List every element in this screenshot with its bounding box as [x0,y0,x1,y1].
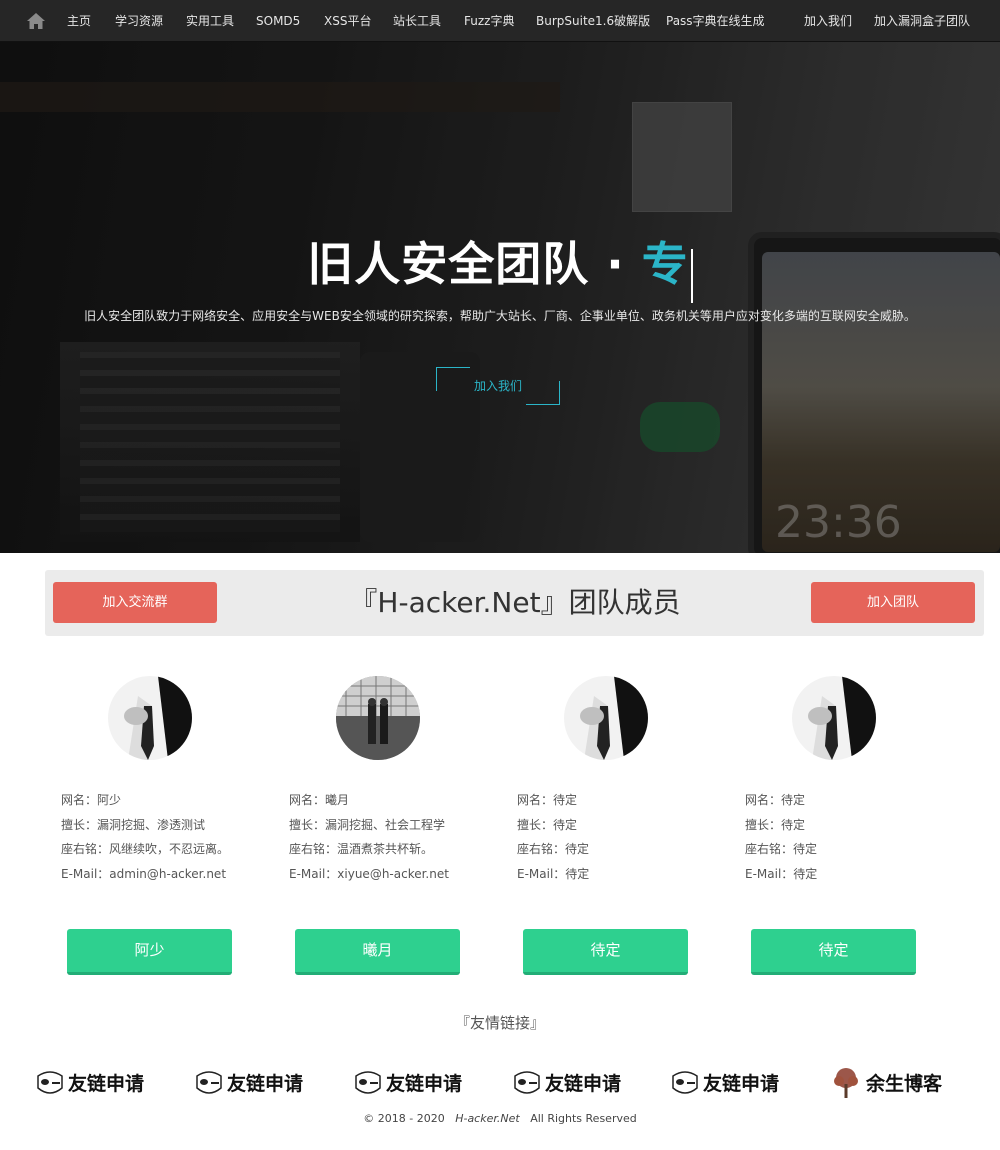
member-name: 网名：待定 [745,793,806,807]
avatar [336,676,420,760]
friend-link-label: 余生博客 [866,1073,943,1095]
hero-join-label: 加入我们 [473,379,522,393]
hero-title-accent: 专 [641,237,689,291]
avatar-tie-image [564,676,648,760]
member-button[interactable]: 阿少 [67,929,232,975]
nav-item-home[interactable]: 主页 [67,0,91,42]
nav-item-learning[interactable]: 学习资源 [115,0,163,42]
member-skill: 擅长：待定 [745,817,806,832]
hacker-mask-icon [355,1071,381,1094]
member-name: 网名：阿少 [61,793,122,807]
hero-description: 旧人安全团队致力于网络安全、应用安全与WEB安全领域的研究探索，帮助广大站长、厂… [84,309,916,323]
member-skill: 擅长：漏洞挖掘、渗透测试 [61,817,206,832]
friend-link-item[interactable]: 友链申请 [191,1064,321,1104]
friend-link-label: 友链申请 [545,1073,622,1095]
team-title: 『H-acker.Net』团队成员 [349,586,681,619]
nav-item-pass-dict[interactable]: Pass字典在线生成 [666,0,765,42]
member-email: E-Mail：admin@h-acker.net [61,866,227,881]
friend-link-item[interactable]: 友链申请 [509,1064,639,1104]
member-button[interactable]: 待定 [523,929,688,975]
member-skill: 擅长：待定 [517,817,578,832]
hacker-mask-icon [672,1071,698,1094]
nav-item-fuzz[interactable]: Fuzz字典 [464,0,514,42]
hero-title-wrap: 旧人安全团队 · 专 [0,228,1000,303]
top-navbar: 主页 学习资源 实用工具 SOMD5 XSS平台 站长工具 Fuzz字典 Bur… [0,0,1000,42]
friend-link-item[interactable]: 余生博客 [828,1064,958,1104]
friend-links-title: 『友情链接』 [454,1014,545,1032]
member-motto: 座右铭：温酒煮茶共杯斩。 [289,842,434,856]
member-button[interactable]: 待定 [751,929,916,975]
friend-link-item[interactable]: 友链申请 [32,1064,162,1104]
hacker-mask-icon [514,1071,540,1094]
avatar-tie-image [108,676,192,760]
friend-link-label: 友链申请 [386,1073,463,1095]
member-name: 网名：待定 [517,793,578,807]
hero-title: 旧人安全团队 · 专 [307,228,689,294]
member-name: 网名：曦月 [289,793,350,807]
nav-item-join-us[interactable]: 加入我们 [804,0,852,42]
footer-copyright: © 2018 - 2020 H-acker.Net All Rights Res… [0,1112,1000,1125]
friend-link-label: 友链申请 [227,1073,304,1095]
tree-icon [834,1068,858,1098]
member-button[interactable]: 曦月 [295,929,460,975]
hacker-mask-icon [196,1071,222,1094]
footer-prefix: © 2018 - 2020 [363,1112,445,1125]
nav-item-join-vulbox[interactable]: 加入漏洞盒子团队 [874,0,970,42]
nav-item-somd5[interactable]: SOMD5 [256,0,300,42]
typing-cursor [690,248,693,303]
friend-link-item[interactable]: 友链申请 [350,1064,480,1104]
member-email: E-Mail：待定 [745,866,818,881]
member-info: 网名：待定 擅长：待定 座右铭：待定 E-Mail：待定 [517,788,727,886]
hero-banner: 23:36 旧人安全团队 · 专 旧人安全团队致力于网络安全、应用安全与WEB安… [0,42,1000,553]
member-email: E-Mail：待定 [517,866,590,881]
join-team-button[interactable]: 加入团队 [811,582,975,623]
footer-suffix: All Rights Reserved [530,1112,637,1125]
friend-link-label: 友链申请 [703,1073,780,1095]
member-info: 网名：待定 擅长：待定 座右铭：待定 E-Mail：待定 [745,788,955,886]
hacker-mask-icon [37,1071,63,1094]
avatar [564,676,648,760]
member-motto: 座右铭：风继续吹，不忍远离。 [61,842,230,856]
member-email: E-Mail：xiyue@h-acker.net [289,866,449,881]
join-group-button[interactable]: 加入交流群 [53,582,217,623]
nav-item-webmaster[interactable]: 站长工具 [393,0,441,42]
member-info: 网名：阿少 擅长：漏洞挖掘、渗透测试 座右铭：风继续吹，不忍远离。 E-Mail… [61,788,271,886]
hero-join-button[interactable]: 加入我们 [436,367,560,405]
nav-item-burpsuite[interactable]: BurpSuite1.6破解版 [536,0,650,42]
friend-link-label: 友链申请 [68,1073,145,1095]
nav-item-xss[interactable]: XSS平台 [324,0,371,42]
member-motto: 座右铭：待定 [517,842,590,856]
member-motto: 座右铭：待定 [745,842,818,856]
avatar-couple-image [336,676,420,760]
member-skill: 擅长：漏洞挖掘、社会工程学 [289,817,446,832]
avatar [108,676,192,760]
home-icon[interactable] [26,11,46,31]
friend-link-item[interactable]: 友链申请 [667,1064,797,1104]
nav-item-tools[interactable]: 实用工具 [186,0,234,42]
avatar [792,676,876,760]
hero-title-main: 旧人安全团队 · [307,237,642,291]
team-header-bar: 加入交流群 『H-acker.Net』团队成员 加入团队 [45,570,984,636]
footer-brand[interactable]: H-acker.Net [455,1112,520,1125]
member-info: 网名：曦月 擅长：漏洞挖掘、社会工程学 座右铭：温酒煮茶共杯斩。 E-Mail：… [289,788,499,886]
avatar-tie-image [792,676,876,760]
